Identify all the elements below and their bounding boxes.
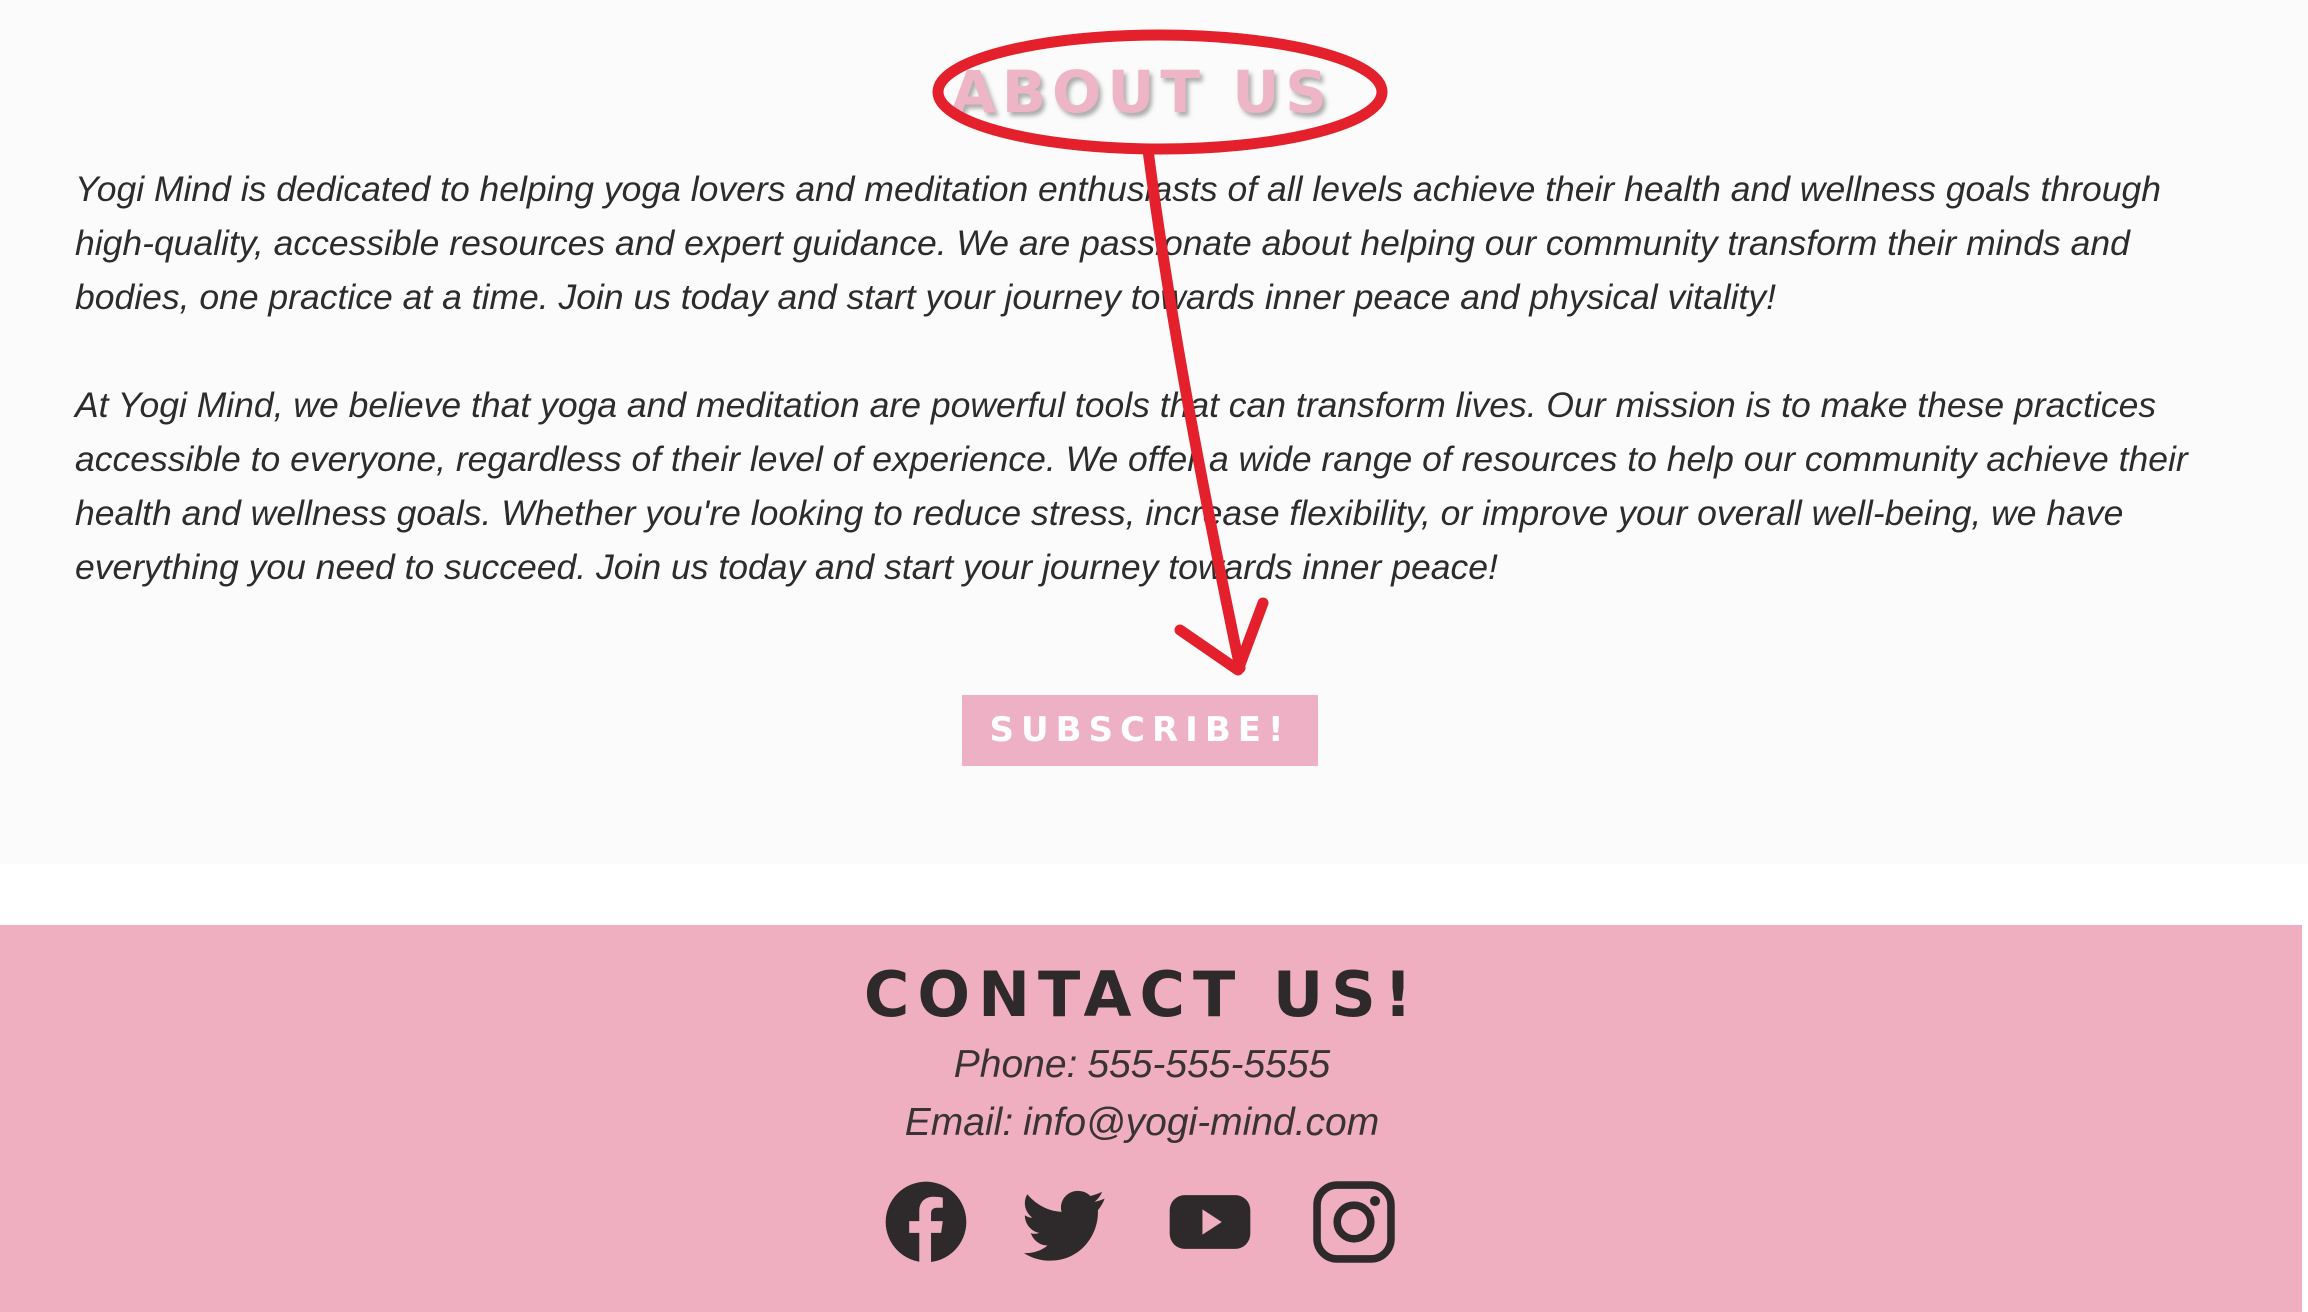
about-section: ABOUT US Yogi Mind is dedicated to helpi… [0,0,2308,864]
twitter-icon[interactable] [1024,1180,1108,1264]
email-label: Email: [904,1101,1014,1144]
about-paragraph-2: At Yogi Mind, we believe that yoga and m… [75,385,2188,587]
facebook-icon[interactable] [884,1180,968,1264]
youtube-icon[interactable] [1168,1180,1252,1264]
phone-value[interactable]: 555-555-5555 [1087,1043,1330,1086]
contact-email: Email: info@yogi-mind.com [0,1098,2284,1148]
contact-phone: Phone: 555-555-5555 [0,1040,2284,1090]
subscribe-button[interactable]: SUBSCRIBE! [962,695,1318,766]
email-value[interactable]: info@yogi-mind.com [1023,1101,1379,1144]
contact-section: CONTACT US! Phone: 555-555-5555 Email: inf… [0,925,2302,1312]
about-title: ABOUT US [950,58,1334,126]
about-paragraph-1: Yogi Mind is dedicated to helping yoga l… [75,169,2161,317]
instagram-icon[interactable] [1312,1180,1396,1264]
social-icons [0,1180,2284,1264]
contact-title: CONTACT US! [863,958,1421,1031]
phone-label: Phone: [953,1043,1078,1086]
